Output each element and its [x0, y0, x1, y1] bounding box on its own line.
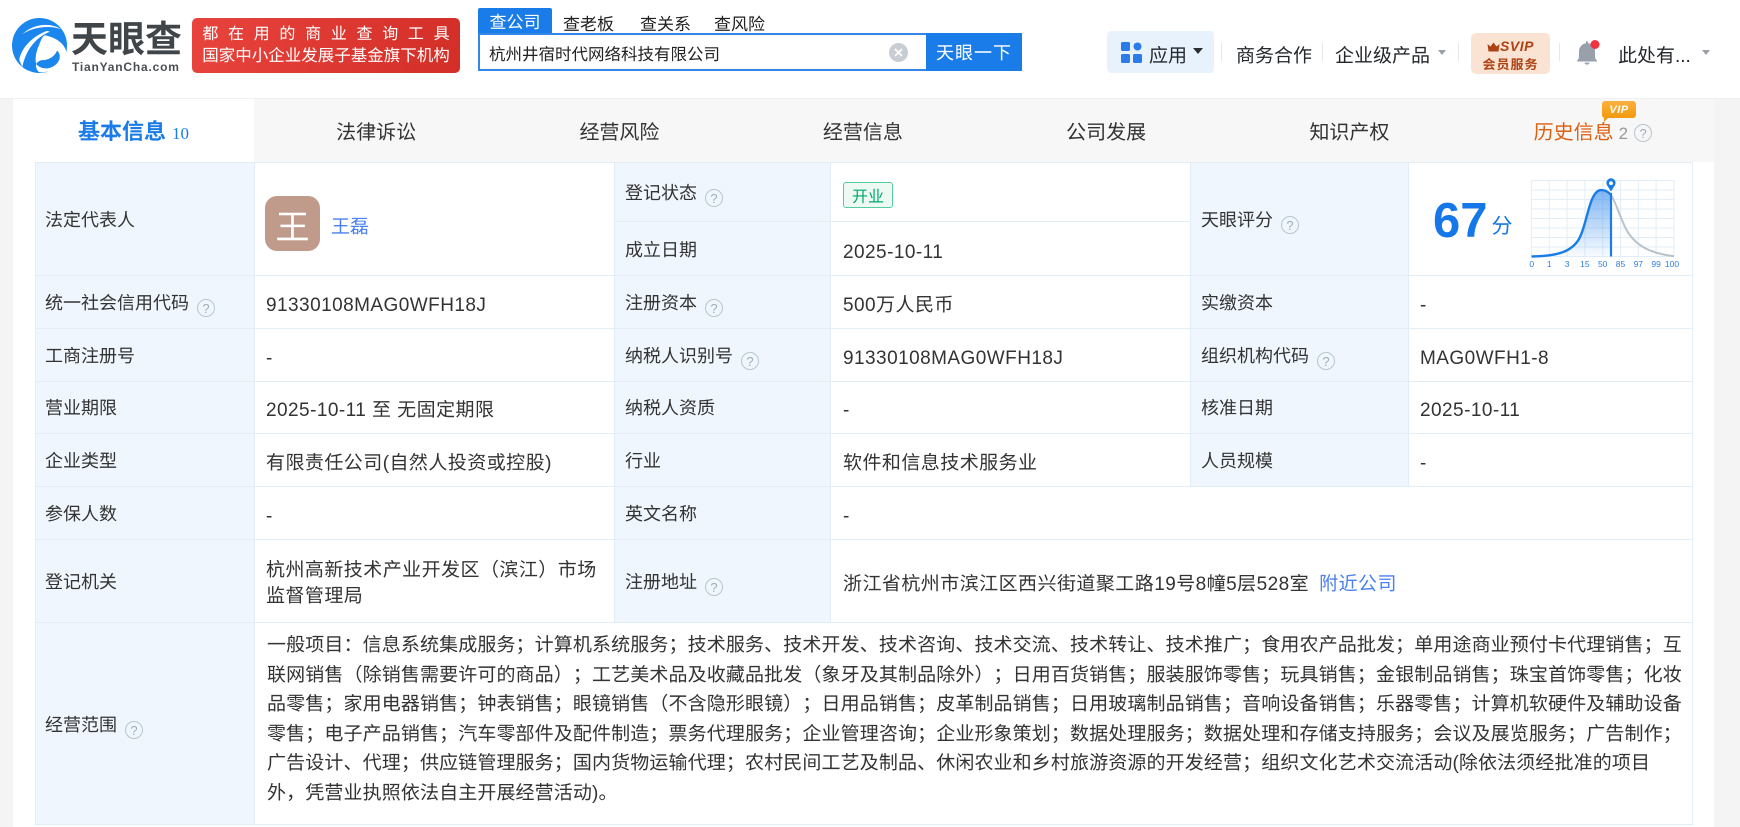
svg-text:3: 3 [1565, 259, 1570, 269]
svg-text:1: 1 [1547, 259, 1552, 269]
svg-text:97: 97 [1634, 259, 1644, 269]
svg-text:15: 15 [1580, 259, 1590, 269]
svg-text:85: 85 [1616, 259, 1626, 269]
svg-text:0: 0 [1529, 259, 1534, 269]
svg-text:99: 99 [1651, 259, 1661, 269]
svg-text:50: 50 [1598, 259, 1608, 269]
svg-text:100: 100 [1665, 259, 1679, 269]
